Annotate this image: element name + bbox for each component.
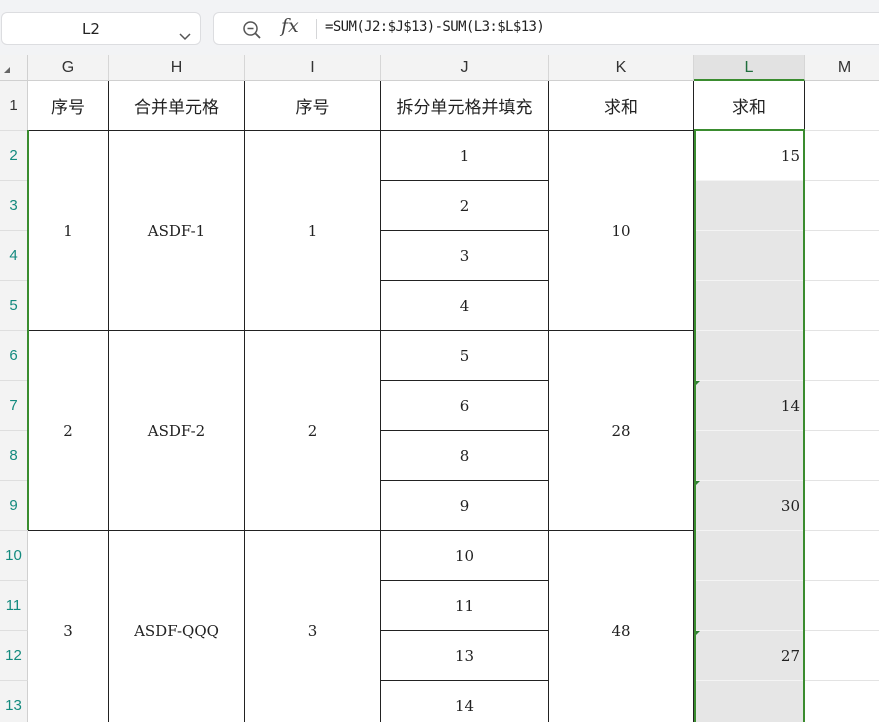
row-header-9[interactable]: 9: [0, 481, 28, 531]
selection-range-outline: [694, 129, 805, 722]
row-header-8[interactable]: 8: [0, 431, 28, 481]
spreadsheet-app: L2 fx =SUM(J2:$J$13)-SUM(L3:$L$13) G H I…: [0, 0, 879, 722]
column-header-k[interactable]: K: [549, 55, 694, 81]
split-cell[interactable]: 2: [381, 181, 549, 231]
merged-cell-seq2[interactable]: 2: [245, 331, 381, 531]
cell-reference: L2: [82, 20, 100, 38]
split-cell[interactable]: 14: [381, 681, 549, 722]
gridline: [805, 580, 879, 581]
row-header-7[interactable]: 7: [0, 381, 28, 431]
header-cell-j[interactable]: 拆分单元格并填充: [381, 81, 549, 131]
gridline: [805, 680, 879, 681]
row-header-5[interactable]: 5: [0, 281, 28, 331]
row-header-11[interactable]: 11: [0, 581, 28, 631]
header-cell-h[interactable]: 合并单元格: [109, 81, 245, 131]
column-header-h[interactable]: H: [109, 55, 245, 81]
merged-cell-name[interactable]: ASDF-2: [109, 331, 245, 531]
merged-cell-sum[interactable]: 10: [549, 131, 694, 331]
gridline: [805, 330, 879, 331]
split-cell[interactable]: 3: [381, 231, 549, 281]
gridline: [805, 430, 879, 431]
merged-cell-sum[interactable]: 28: [549, 331, 694, 531]
merged-cell-name[interactable]: ASDF-QQQ: [109, 531, 245, 722]
row-selection-marker: [27, 130, 29, 530]
column-header-g[interactable]: G: [28, 55, 109, 81]
split-cell[interactable]: 4: [381, 281, 549, 331]
header-cell-g[interactable]: 序号: [28, 81, 109, 131]
gridline: [805, 530, 879, 531]
row-header-13[interactable]: 13: [0, 681, 28, 722]
merged-cell-sum[interactable]: 48: [549, 531, 694, 722]
row-header-12[interactable]: 12: [0, 631, 28, 681]
column-header-i[interactable]: I: [245, 55, 381, 81]
row-header-2[interactable]: 2: [0, 131, 28, 181]
split-cell[interactable]: 6: [381, 381, 549, 431]
split-cell[interactable]: 5: [381, 331, 549, 381]
split-cell[interactable]: 8: [381, 431, 549, 481]
row-header-10[interactable]: 10: [0, 531, 28, 581]
split-cell[interactable]: 13: [381, 631, 549, 681]
split-cell[interactable]: 10: [381, 531, 549, 581]
select-all-corner[interactable]: [0, 55, 28, 81]
gridline: [805, 130, 879, 131]
split-cell[interactable]: 11: [381, 581, 549, 631]
formula-text[interactable]: =SUM(J2:$J$13)-SUM(L3:$L$13): [325, 19, 545, 35]
formula-input-box[interactable]: fx =SUM(J2:$J$13)-SUM(L3:$L$13): [213, 12, 879, 45]
gridline: [805, 180, 879, 181]
header-cell-k[interactable]: 求和: [549, 81, 694, 131]
split-cell[interactable]: 9: [381, 481, 549, 531]
divider: [316, 19, 317, 39]
merged-cell-name[interactable]: ASDF-1: [109, 131, 245, 331]
row-header-1[interactable]: 1: [0, 81, 28, 131]
row-header-6[interactable]: 6: [0, 331, 28, 381]
column-header-m[interactable]: M: [805, 55, 879, 81]
header-cell-l[interactable]: 求和: [694, 81, 805, 131]
gridline: [805, 480, 879, 481]
function-icon[interactable]: fx: [281, 15, 299, 37]
column-header-j[interactable]: J: [381, 55, 549, 81]
merged-cell-seq[interactable]: 2: [28, 331, 109, 531]
chevron-down-icon[interactable]: [179, 26, 191, 45]
column-header-l[interactable]: L: [694, 55, 805, 81]
row-header-4[interactable]: 4: [0, 231, 28, 281]
gridline: [805, 630, 879, 631]
merged-cell-seq[interactable]: 1: [28, 131, 109, 331]
row-header-3[interactable]: 3: [0, 181, 28, 231]
zoom-out-icon[interactable]: [242, 20, 262, 44]
merged-cell-seq2[interactable]: 1: [245, 131, 381, 331]
merged-cell-seq2[interactable]: 3: [245, 531, 381, 722]
split-cell[interactable]: 1: [381, 131, 549, 181]
header-cell-i[interactable]: 序号: [245, 81, 381, 131]
gridline: [805, 380, 879, 381]
merged-cell-seq[interactable]: 3: [28, 531, 109, 722]
name-box[interactable]: L2: [1, 12, 201, 45]
gridline: [805, 230, 879, 231]
formula-bar: L2 fx =SUM(J2:$J$13)-SUM(L3:$L$13): [0, 0, 879, 55]
gridline: [805, 280, 879, 281]
